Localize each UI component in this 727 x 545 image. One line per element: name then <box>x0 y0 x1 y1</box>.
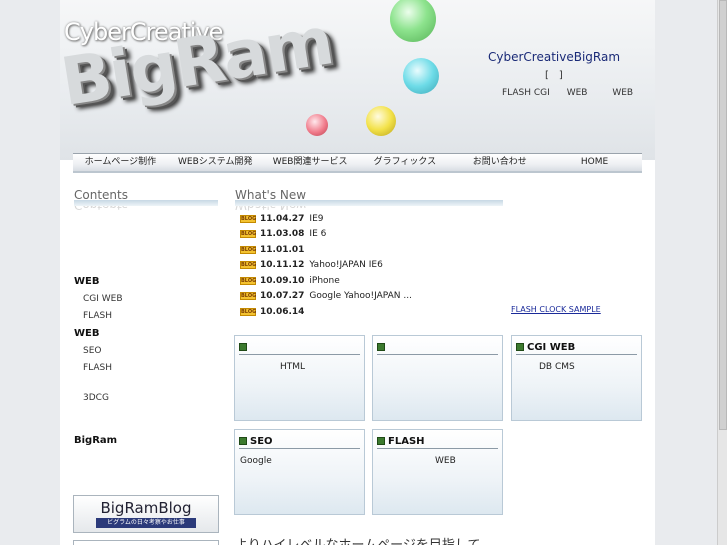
cyan-ball-decoration <box>403 58 439 94</box>
box-header: SEO <box>239 434 360 449</box>
box-title: FLASH <box>388 435 425 447</box>
service-box-blank[interactable] <box>372 335 503 421</box>
blog-icon: BLOG <box>240 245 257 254</box>
blog-icon: BLOG <box>240 276 257 285</box>
news-title[interactable]: Google Yahoo!JAPAN ... <box>309 291 412 301</box>
sidebar-item-3dcg[interactable]: 3DCG <box>74 393 214 403</box>
header-banner: CyberCreative BigRam CyberCreativeBigRam… <box>60 0 655 160</box>
nav-item-home[interactable]: HOME <box>547 154 642 171</box>
nav-item-web-system[interactable]: WEBシステム開発 <box>168 154 263 171</box>
page: CyberCreative BigRam CyberCreativeBigRam… <box>60 0 655 545</box>
news-date: 10.06.14 <box>260 306 305 317</box>
news-row[interactable]: BLOG 11.04.27 IE9 <box>240 211 510 227</box>
news-date: 11.01.01 <box>260 244 305 255</box>
news-date: 10.11.12 <box>260 260 305 271</box>
main-nav: ホームページ制作 WEBシステム開発 WEB関連サービス グラフィックス お問い… <box>73 153 642 173</box>
box-header: CGI WEB <box>516 340 637 355</box>
blog-icon: BLOG <box>240 261 257 270</box>
box-icon <box>377 343 385 351</box>
box-content: WEB <box>435 456 456 466</box>
green-ball-decoration <box>390 0 436 42</box>
nav-item-contact[interactable]: お問い合わせ <box>452 154 547 171</box>
blog-icon: BLOG <box>240 292 257 301</box>
news-row[interactable]: BLOG 11.03.08 IE 6 <box>240 227 510 243</box>
sidebar: WEB CGI WEB FLASH WEB SEO FLASH 3DCG Big… <box>74 276 214 453</box>
scrollbar-thumb[interactable] <box>719 0 727 430</box>
news-title[interactable]: IE 6 <box>309 229 326 239</box>
box-icon <box>377 437 385 445</box>
news-title[interactable]: Yahoo!JAPAN IE6 <box>309 260 382 270</box>
box-icon <box>239 343 247 351</box>
header-link-web-2[interactable]: WEB <box>612 88 633 98</box>
nav-item-homepage[interactable]: ホームページ制作 <box>73 154 168 171</box>
sidebar-group-bigram[interactable]: BigRam <box>74 435 214 446</box>
nav-item-graphics[interactable]: グラフィックス <box>357 154 452 171</box>
contents-underline <box>74 200 218 206</box>
box-content: DB CMS <box>539 362 575 372</box>
news-date: 10.09.10 <box>260 275 305 286</box>
bigram-blog-banner[interactable]: BigRamBlog ビグラムの日々考察やお仕事 <box>73 495 219 533</box>
box-icon <box>516 343 524 351</box>
whats-new-underline <box>235 200 503 206</box>
service-box-html[interactable]: HTML <box>234 335 365 421</box>
news-row[interactable]: BLOG 10.09.10 iPhone <box>240 273 510 289</box>
box-header: FLASH <box>377 434 498 449</box>
sidebar-item-flash-2[interactable]: FLASH <box>74 363 214 373</box>
red-ball-decoration <box>306 114 328 136</box>
header-links: FLASH CGI WEB WEB <box>502 88 647 98</box>
sidebar-item-seo[interactable]: SEO <box>74 346 214 356</box>
box-header <box>239 340 360 355</box>
sidebar-group-web-2[interactable]: WEB <box>74 328 214 339</box>
news-row[interactable]: BLOG 10.06.14 <box>240 304 510 320</box>
news-row[interactable]: BLOG 10.07.27 Google Yahoo!JAPAN ... <box>240 289 510 305</box>
header-link-web[interactable]: WEB <box>567 88 588 98</box>
flash-clock-sample-link[interactable]: FLASH CLOCK SAMPLE <box>511 305 601 314</box>
slogan-heading: よりハイレベルなホームページを目指して。 <box>235 534 493 545</box>
news-date: 11.03.08 <box>260 229 305 240</box>
box-header <box>377 340 498 355</box>
header-link-flash-cgi[interactable]: FLASH CGI <box>502 88 550 98</box>
yellow-ball-decoration <box>366 106 396 136</box>
box-title: SEO <box>250 435 273 447</box>
news-list: BLOG 11.04.27 IE9 BLOG 11.03.08 IE 6 BLO… <box>240 211 510 320</box>
news-row[interactable]: BLOG 11.01.01 <box>240 242 510 258</box>
sidebar-group-web[interactable]: WEB <box>74 276 214 287</box>
service-box-cgi-web[interactable]: CGI WEB DB CMS <box>511 335 642 421</box>
box-title: CGI WEB <box>527 341 576 353</box>
blog-icon: BLOG <box>240 230 257 239</box>
service-box-seo[interactable]: SEO Google <box>234 429 365 515</box>
news-date: 10.07.27 <box>260 291 305 302</box>
news-date: 11.04.27 <box>260 213 305 224</box>
service-box-flash[interactable]: FLASH WEB <box>372 429 503 515</box>
news-row[interactable]: BLOG 10.11.12 Yahoo!JAPAN IE6 <box>240 258 510 274</box>
box-icon <box>239 437 247 445</box>
banner-subtitle: ビグラムの日々考察やお仕事 <box>96 518 196 528</box>
banner-title: BigRamBlog <box>100 499 192 517</box>
box-content: HTML <box>280 362 306 372</box>
site-bracket: [ ] <box>545 70 563 81</box>
nav-item-web-service[interactable]: WEB関連サービス <box>263 154 358 171</box>
sidebar-item-flash[interactable]: FLASH <box>74 311 214 321</box>
site-title: CyberCreativeBigRam <box>488 50 621 64</box>
box-content: Google <box>240 456 272 466</box>
sidebar-item-cgi-web[interactable]: CGI WEB <box>74 294 214 304</box>
news-title[interactable]: iPhone <box>309 276 339 286</box>
second-banner[interactable] <box>73 540 219 545</box>
news-title[interactable]: IE9 <box>309 214 323 224</box>
blog-icon: BLOG <box>240 307 257 316</box>
scrollbar[interactable] <box>717 0 727 545</box>
blog-icon: BLOG <box>240 214 257 223</box>
